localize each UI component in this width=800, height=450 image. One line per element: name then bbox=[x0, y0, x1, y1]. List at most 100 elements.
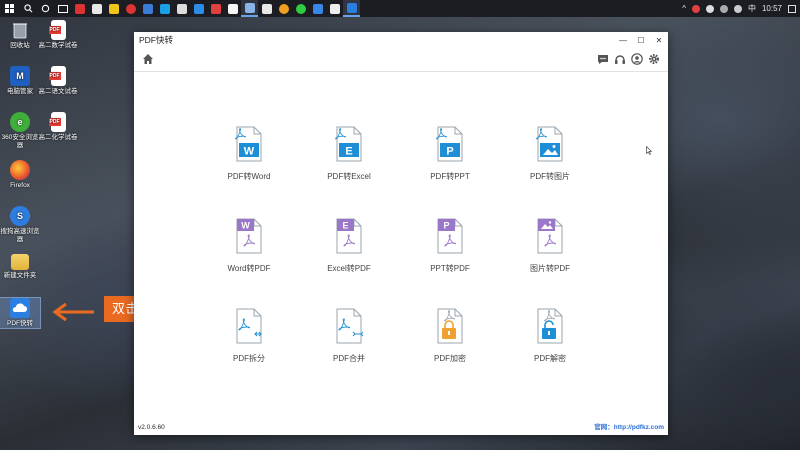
desktop-icon-pdf-doc[interactable]: 高二化学试卷 bbox=[38, 112, 78, 142]
user-icon[interactable] bbox=[631, 53, 643, 65]
tray-app-icon[interactable] bbox=[691, 4, 700, 13]
pdf-file-icon bbox=[48, 66, 66, 86]
tool-word转pdf[interactable]: W Word转PDF bbox=[199, 218, 299, 274]
desktop-icon-label: 360安全浏览器 bbox=[1, 134, 39, 149]
tool-pdf加密[interactable]: PDF加密 bbox=[400, 308, 500, 364]
network-icon[interactable] bbox=[719, 4, 728, 13]
tool-pdf合并[interactable]: PDF合并 bbox=[299, 308, 399, 364]
desktop-icon-label: 电脑管家 bbox=[7, 88, 33, 95]
tool-pdf转excel[interactable]: E PDF转Excel bbox=[299, 126, 399, 182]
tool-pdf转ppt[interactable]: P PDF转PPT bbox=[400, 126, 500, 182]
taskbar-app-icon[interactable] bbox=[224, 0, 241, 17]
taskbar-app-icon[interactable] bbox=[156, 0, 173, 17]
taskbar-app-icon[interactable] bbox=[258, 0, 275, 17]
folder-icon bbox=[11, 254, 29, 270]
taskbar-app-icon[interactable] bbox=[309, 0, 326, 17]
search-icon[interactable] bbox=[20, 0, 37, 17]
window-title: PDF快转 bbox=[139, 35, 174, 45]
chat-icon[interactable] bbox=[597, 53, 609, 65]
minimize-button[interactable]: — bbox=[614, 32, 632, 48]
tool-pdf拆分[interactable]: PDF拆分 bbox=[199, 308, 299, 364]
desktop-icon-label: 高二数学试卷 bbox=[38, 42, 78, 49]
desktop-icon-sogou-browser[interactable]: S 搜狗高速浏览器 bbox=[0, 206, 40, 244]
document-icon bbox=[536, 126, 563, 162]
chevron-up-icon[interactable]: ^ bbox=[682, 4, 686, 13]
tool-excel转pdf[interactable]: E Excel转PDF bbox=[299, 218, 399, 274]
headset-icon[interactable] bbox=[614, 53, 626, 65]
document-icon bbox=[437, 308, 463, 344]
taskbar-app-icon[interactable] bbox=[122, 0, 139, 17]
desktop-icon-label: PDF快转 bbox=[7, 320, 33, 327]
document-icon: E bbox=[336, 218, 362, 254]
tool-label: PDF解密 bbox=[534, 354, 566, 363]
system-tray: ^ 中 10:57 bbox=[682, 0, 796, 17]
desktop-icon-recycle-bin[interactable]: 回收站 bbox=[0, 20, 40, 50]
tool-label: Word转PDF bbox=[227, 264, 271, 273]
document-icon: E bbox=[335, 126, 362, 162]
document-icon bbox=[336, 308, 364, 344]
taskbar-app-icon[interactable] bbox=[326, 0, 343, 17]
desktop-icon-pdf-kuaizhuan[interactable]: PDF快转 bbox=[0, 297, 41, 329]
arrow-left-icon bbox=[52, 302, 94, 322]
desktop-icon-pdf-doc[interactable]: 高二数学试卷 bbox=[38, 20, 78, 50]
tool-label: PDF合并 bbox=[333, 354, 365, 363]
taskbar-app-icon[interactable] bbox=[71, 0, 88, 17]
desktop-icon-label: 高二语文试卷 bbox=[38, 88, 78, 95]
document-icon bbox=[537, 308, 563, 344]
tool-label: PDF转Excel bbox=[327, 172, 371, 181]
taskbar-app-icon[interactable] bbox=[241, 0, 258, 17]
taskbar-app-icon[interactable] bbox=[88, 0, 105, 17]
tray-app-icon[interactable] bbox=[705, 4, 714, 13]
desktop-icon-firefox[interactable]: Firefox bbox=[0, 160, 40, 190]
desktop-icon-pdf-doc[interactable]: 高二语文试卷 bbox=[38, 66, 78, 96]
home-icon[interactable] bbox=[142, 53, 154, 65]
document-icon: P bbox=[437, 218, 463, 254]
toolbar-actions bbox=[597, 53, 660, 65]
taskbar-app-icon[interactable] bbox=[173, 0, 190, 17]
cortana-icon[interactable] bbox=[37, 0, 54, 17]
taskbar-apps bbox=[20, 0, 360, 17]
pdf-kuaizhuan-app-icon bbox=[10, 298, 30, 318]
svg-text:P: P bbox=[443, 221, 449, 231]
desktop-icon-label: 新建文件夹 bbox=[3, 272, 37, 279]
svg-text:W: W bbox=[241, 221, 250, 231]
app-window: PDF快转 — ☐ ✕ W PDF转Word E PDF转Excel P PDF转PPT P… bbox=[134, 32, 668, 435]
desktop-icon-label: Firefox bbox=[10, 182, 30, 189]
taskbar-app-icon[interactable] bbox=[190, 0, 207, 17]
desktop-icon-label: 搜狗高速浏览器 bbox=[0, 228, 40, 243]
svg-text:P: P bbox=[446, 146, 453, 158]
browser-360-icon: e bbox=[10, 112, 30, 132]
window-titlebar[interactable]: PDF快转 — ☐ ✕ bbox=[134, 32, 668, 48]
document-icon bbox=[236, 308, 262, 344]
taskbar-app-pdfkz[interactable] bbox=[343, 0, 360, 17]
tool-pdf解密[interactable]: PDF解密 bbox=[500, 308, 600, 364]
start-button[interactable] bbox=[0, 0, 18, 17]
document-icon: W bbox=[235, 126, 262, 162]
tool-pdf转图片[interactable]: PDF转图片 bbox=[500, 126, 600, 182]
taskbar-app-icon[interactable] bbox=[207, 0, 224, 17]
tool-label: PPT转PDF bbox=[430, 264, 470, 273]
task-view-icon[interactable] bbox=[54, 0, 71, 17]
volume-icon[interactable] bbox=[733, 4, 742, 13]
notification-icon[interactable] bbox=[788, 4, 796, 13]
ime-indicator[interactable]: 中 bbox=[748, 3, 756, 14]
maximize-button[interactable]: ☐ bbox=[632, 32, 650, 48]
window-controls: — ☐ ✕ bbox=[614, 32, 668, 48]
tool-图片转pdf[interactable]: 图片转PDF bbox=[500, 218, 600, 274]
tool-ppt转pdf[interactable]: P PPT转PDF bbox=[400, 218, 500, 274]
recycle-bin-icon bbox=[10, 20, 30, 40]
taskbar-app-icon[interactable] bbox=[275, 0, 292, 17]
taskbar-app-icon[interactable] bbox=[139, 0, 156, 17]
clock[interactable]: 10:57 bbox=[762, 4, 782, 13]
desktop-icon-360-browser[interactable]: e 360安全浏览器 bbox=[0, 112, 40, 150]
desktop-icon-pc-manager[interactable]: M 电脑管家 bbox=[0, 66, 40, 96]
sogou-browser-icon: S bbox=[10, 206, 30, 226]
tool-pdf转word[interactable]: W PDF转Word bbox=[199, 126, 299, 182]
mouse-cursor-icon bbox=[646, 146, 652, 155]
close-button[interactable]: ✕ bbox=[650, 32, 668, 48]
taskbar-app-icon[interactable] bbox=[292, 0, 309, 17]
taskbar-app-icon[interactable] bbox=[105, 0, 122, 17]
gear-icon[interactable] bbox=[648, 53, 660, 65]
desktop-icon-folder[interactable]: 新建文件夹 bbox=[0, 254, 40, 280]
website-link[interactable]: 官网：http://pdfkz.com bbox=[594, 421, 664, 431]
